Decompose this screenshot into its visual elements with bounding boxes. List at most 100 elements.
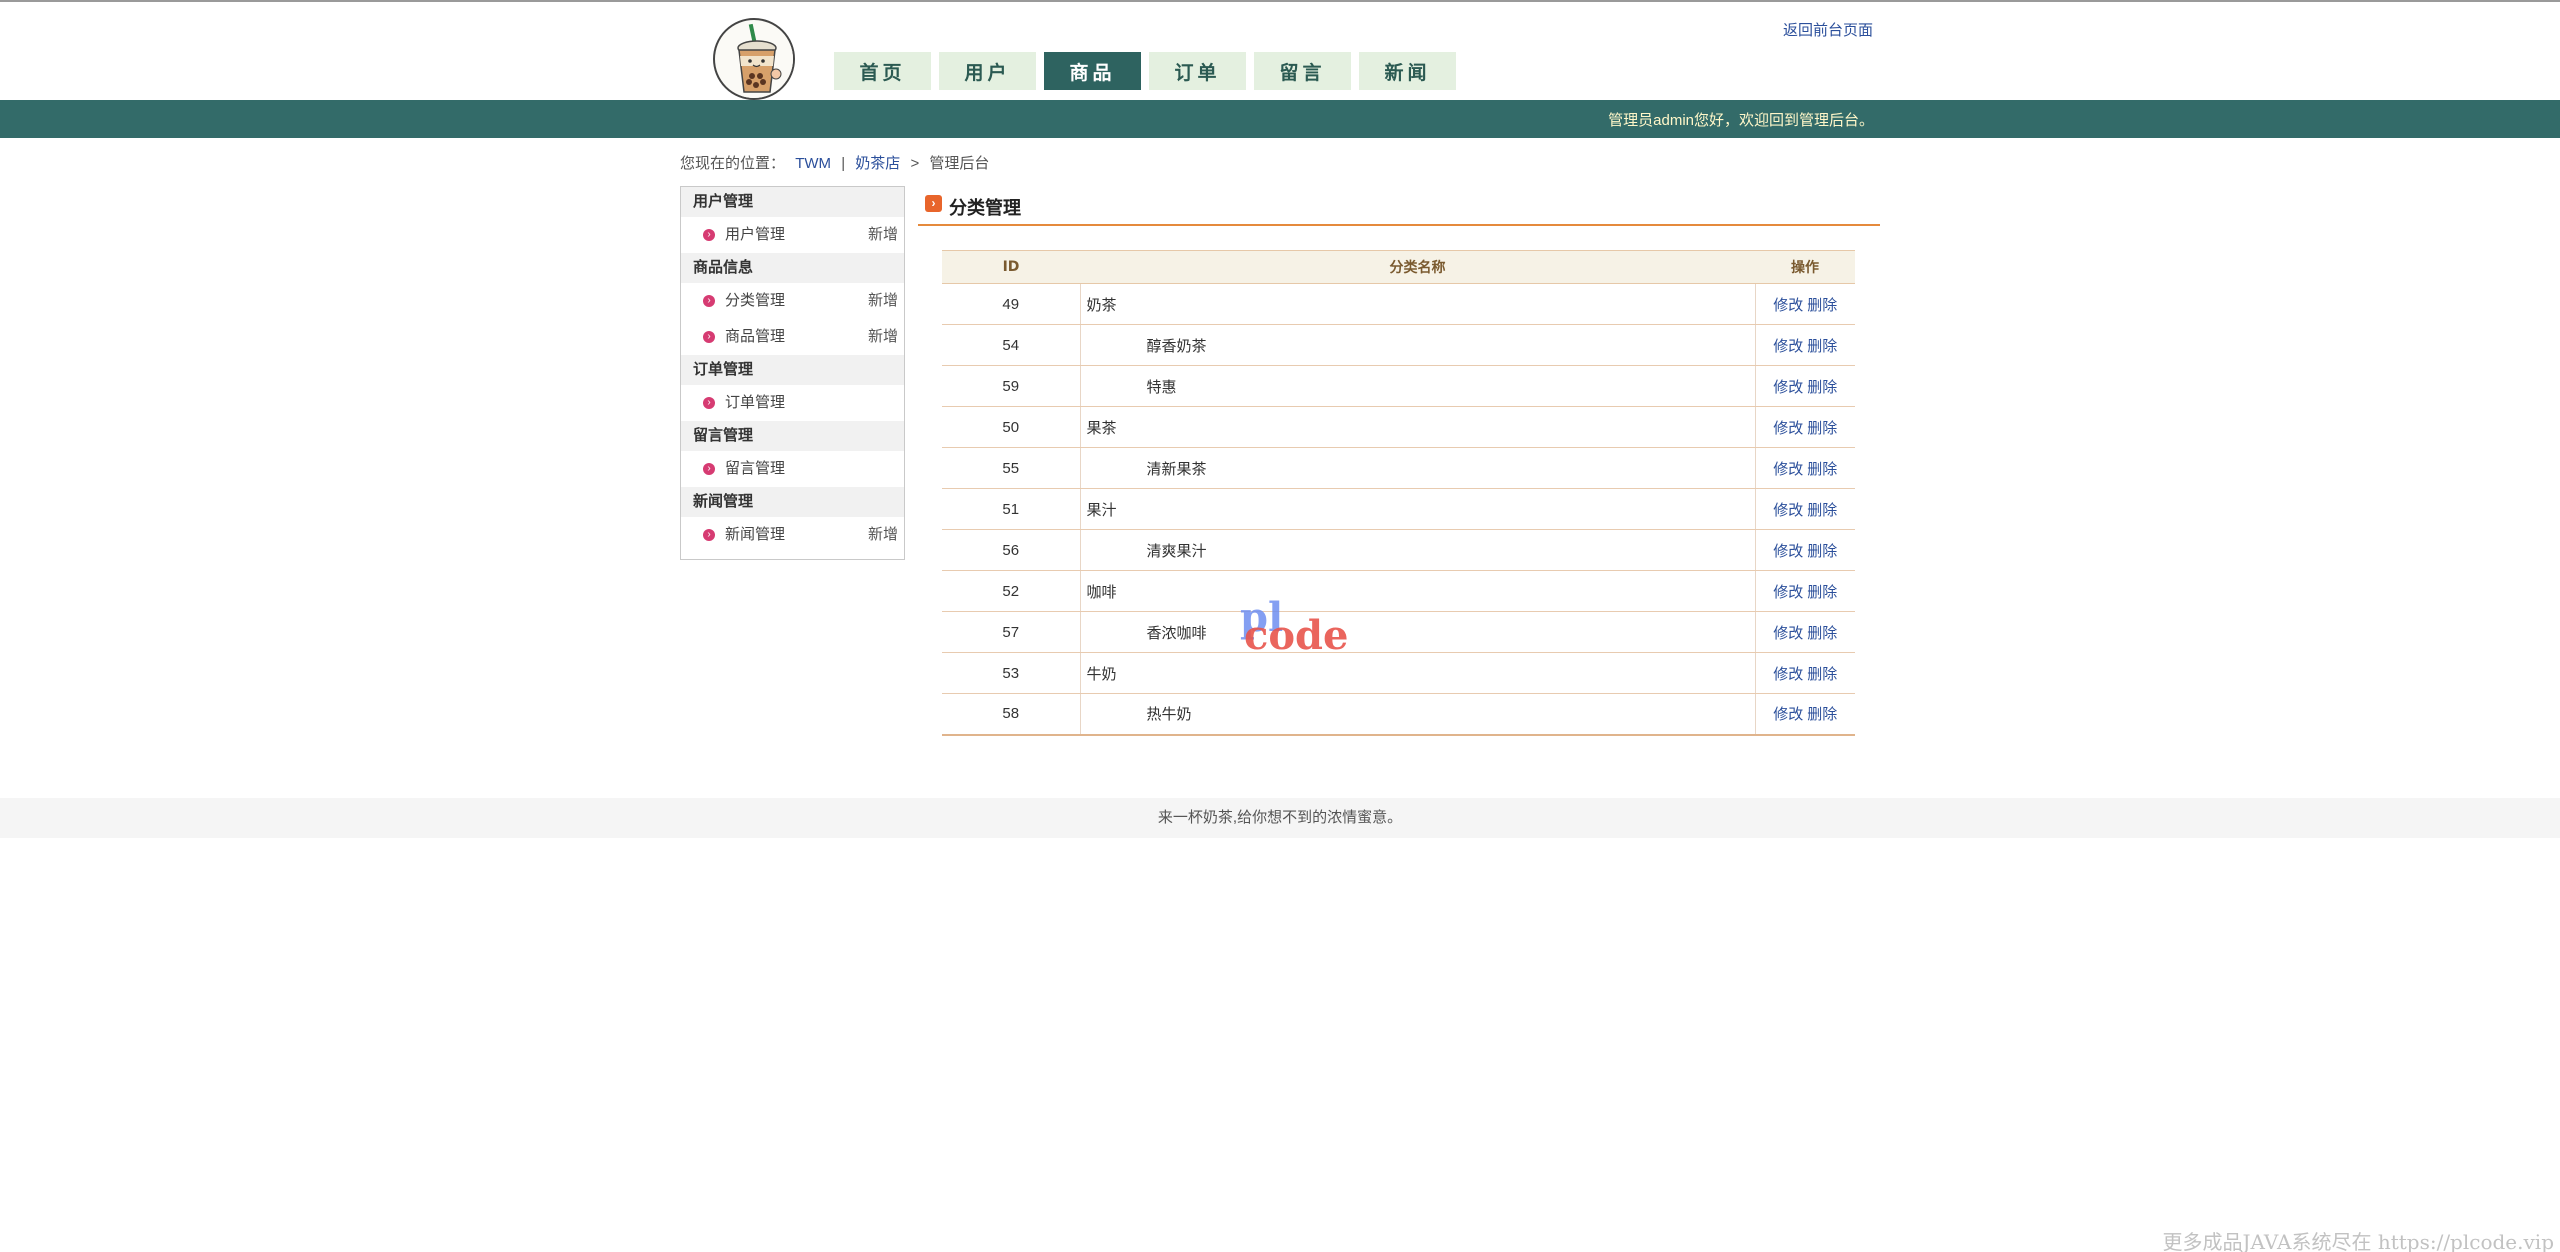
- arrow-bullet-icon: ›: [703, 295, 715, 307]
- cell-name: 果汁: [1080, 488, 1756, 530]
- edit-link[interactable]: 修改: [1773, 584, 1803, 601]
- cell-id: 51: [942, 488, 1081, 530]
- sidebar-link-product-manage[interactable]: 商品管理: [725, 328, 785, 345]
- breadcrumb-link-twm[interactable]: TWM: [795, 155, 831, 172]
- breadcrumb: 您现在的位置： TWM | 奶茶店 > 管理后台: [680, 152, 989, 173]
- sidebar-link-user-manage[interactable]: 用户管理: [725, 226, 785, 243]
- section-header: › 分类管理: [918, 192, 1880, 226]
- admin-greeting: 管理员admin您好，欢迎回到管理后台。: [1608, 112, 1874, 129]
- edit-link[interactable]: 修改: [1773, 420, 1803, 437]
- cell-actions: 修改 删除: [1755, 570, 1855, 612]
- subcategory-name: 热牛奶: [1146, 706, 1192, 724]
- edit-link[interactable]: 修改: [1773, 297, 1803, 314]
- edit-link[interactable]: 修改: [1773, 666, 1803, 683]
- table-header-row: ID 分类名称 操作: [942, 250, 1855, 284]
- sidebar-item-message-manage: › 留言管理: [681, 451, 904, 487]
- cell-actions: 修改 删除: [1755, 324, 1855, 366]
- delete-link[interactable]: 删除: [1807, 420, 1837, 437]
- sidebar-link-order-manage[interactable]: 订单管理: [725, 394, 785, 411]
- sidebar-item-user-manage: › 用户管理 新增: [681, 217, 904, 253]
- nav-users[interactable]: 用户: [939, 52, 1036, 90]
- main-nav: 首页 用户 商品 订单 留言 新闻: [834, 52, 1456, 90]
- cell-id: 56: [942, 529, 1081, 571]
- cell-id: 55: [942, 447, 1081, 489]
- sidebar-add-product[interactable]: 新增: [868, 319, 898, 355]
- edit-link[interactable]: 修改: [1773, 338, 1803, 355]
- edit-link[interactable]: 修改: [1773, 543, 1803, 560]
- edit-link[interactable]: 修改: [1773, 502, 1803, 519]
- arrow-bullet-icon: ›: [703, 529, 715, 541]
- cell-name: 牛奶: [1080, 652, 1756, 694]
- subcategory-name: 清新果茶: [1146, 460, 1207, 478]
- sidebar-link-news-manage[interactable]: 新闻管理: [725, 526, 785, 543]
- table-row: 57 香浓咖啡 修改 删除: [942, 611, 1855, 653]
- delete-link[interactable]: 删除: [1807, 543, 1837, 560]
- nav-orders[interactable]: 订单: [1149, 52, 1246, 90]
- milk-tea-logo[interactable]: [713, 18, 795, 100]
- cell-id: 49: [942, 283, 1081, 325]
- sidebar-item-product-manage: › 商品管理 新增: [681, 319, 904, 355]
- cell-name: 热牛奶: [1080, 693, 1756, 736]
- cell-name: 清爽果汁: [1080, 529, 1756, 571]
- table-row: 53 牛奶 修改 删除: [942, 652, 1855, 694]
- category-name: 奶茶: [1086, 296, 1117, 314]
- cell-name: 咖啡: [1080, 570, 1756, 612]
- table-row: 59 特惠 修改 删除: [942, 365, 1855, 407]
- sidebar-group-title: 用户管理: [681, 187, 904, 217]
- delete-link[interactable]: 删除: [1807, 666, 1837, 683]
- sidebar-group-users: 用户管理 › 用户管理 新增: [681, 187, 904, 253]
- delete-link[interactable]: 删除: [1807, 584, 1837, 601]
- delete-link[interactable]: 删除: [1807, 379, 1837, 396]
- footer-slogan: 来一杯奶茶,给你想不到的浓情蜜意。: [1157, 809, 1403, 826]
- sidebar-group-news: 新闻管理 › 新闻管理 新增: [681, 487, 904, 553]
- subcategory-name: 特惠: [1146, 378, 1177, 396]
- delete-link[interactable]: 删除: [1807, 461, 1837, 478]
- table-row: 54 醇香奶茶 修改 删除: [942, 324, 1855, 366]
- delete-link[interactable]: 删除: [1807, 706, 1837, 723]
- table-row: 49 奶茶 修改 删除: [942, 283, 1855, 325]
- sidebar-item-news-manage: › 新闻管理 新增: [681, 517, 904, 553]
- arrow-bullet-icon: ›: [703, 229, 715, 241]
- cell-actions: 修改 删除: [1755, 406, 1855, 448]
- sidebar-add-user[interactable]: 新增: [868, 217, 898, 253]
- cell-id: 58: [942, 693, 1081, 736]
- arrow-right-icon: ›: [925, 195, 942, 212]
- back-to-frontend-link[interactable]: 返回前台页面: [1783, 19, 1873, 40]
- cell-actions: 修改 删除: [1755, 365, 1855, 407]
- delete-link[interactable]: 删除: [1807, 502, 1837, 519]
- nav-news[interactable]: 新闻: [1359, 52, 1456, 90]
- delete-link[interactable]: 删除: [1807, 297, 1837, 314]
- cell-name: 醇香奶茶: [1080, 324, 1756, 366]
- breadcrumb-current: 管理后台: [929, 155, 990, 172]
- watermark-line2: code: [1244, 612, 1349, 659]
- nav-home[interactable]: 首页: [834, 52, 931, 90]
- edit-link[interactable]: 修改: [1773, 625, 1803, 642]
- subcategory-name: 醇香奶茶: [1146, 337, 1207, 355]
- table-body: 49 奶茶 修改 删除 54 醇香奶茶 修改 删除 59 特惠 修改 删除 50 果茶 修改 删除 55 清新果茶…: [942, 283, 1855, 736]
- breadcrumb-arrow: >: [910, 155, 920, 172]
- category-name: 果茶: [1086, 419, 1117, 437]
- edit-link[interactable]: 修改: [1773, 461, 1803, 478]
- category-name: 果汁: [1086, 501, 1117, 519]
- cell-id: 54: [942, 324, 1081, 366]
- cell-name: 香浓咖啡: [1080, 611, 1756, 653]
- sidebar-add-news[interactable]: 新增: [868, 517, 898, 553]
- sidebar-link-category-manage[interactable]: 分类管理: [725, 292, 785, 309]
- cell-name: 奶茶: [1080, 283, 1756, 325]
- arrow-bullet-icon: ›: [703, 397, 715, 409]
- cell-actions: 修改 删除: [1755, 283, 1855, 325]
- nav-messages[interactable]: 留言: [1254, 52, 1351, 90]
- edit-link[interactable]: 修改: [1773, 706, 1803, 723]
- sidebar-add-category[interactable]: 新增: [868, 283, 898, 319]
- cell-actions: 修改 删除: [1755, 447, 1855, 489]
- sidebar-link-message-manage[interactable]: 留言管理: [725, 460, 785, 477]
- delete-link[interactable]: 删除: [1807, 338, 1837, 355]
- sidebar-group-title: 商品信息: [681, 253, 904, 283]
- column-header-id: ID: [942, 250, 1080, 284]
- milk-tea-cup-icon: [718, 23, 793, 98]
- nav-products[interactable]: 商品: [1044, 52, 1141, 90]
- breadcrumb-link-shop[interactable]: 奶茶店: [855, 155, 900, 172]
- cell-id: 50: [942, 406, 1081, 448]
- delete-link[interactable]: 删除: [1807, 625, 1837, 642]
- edit-link[interactable]: 修改: [1773, 379, 1803, 396]
